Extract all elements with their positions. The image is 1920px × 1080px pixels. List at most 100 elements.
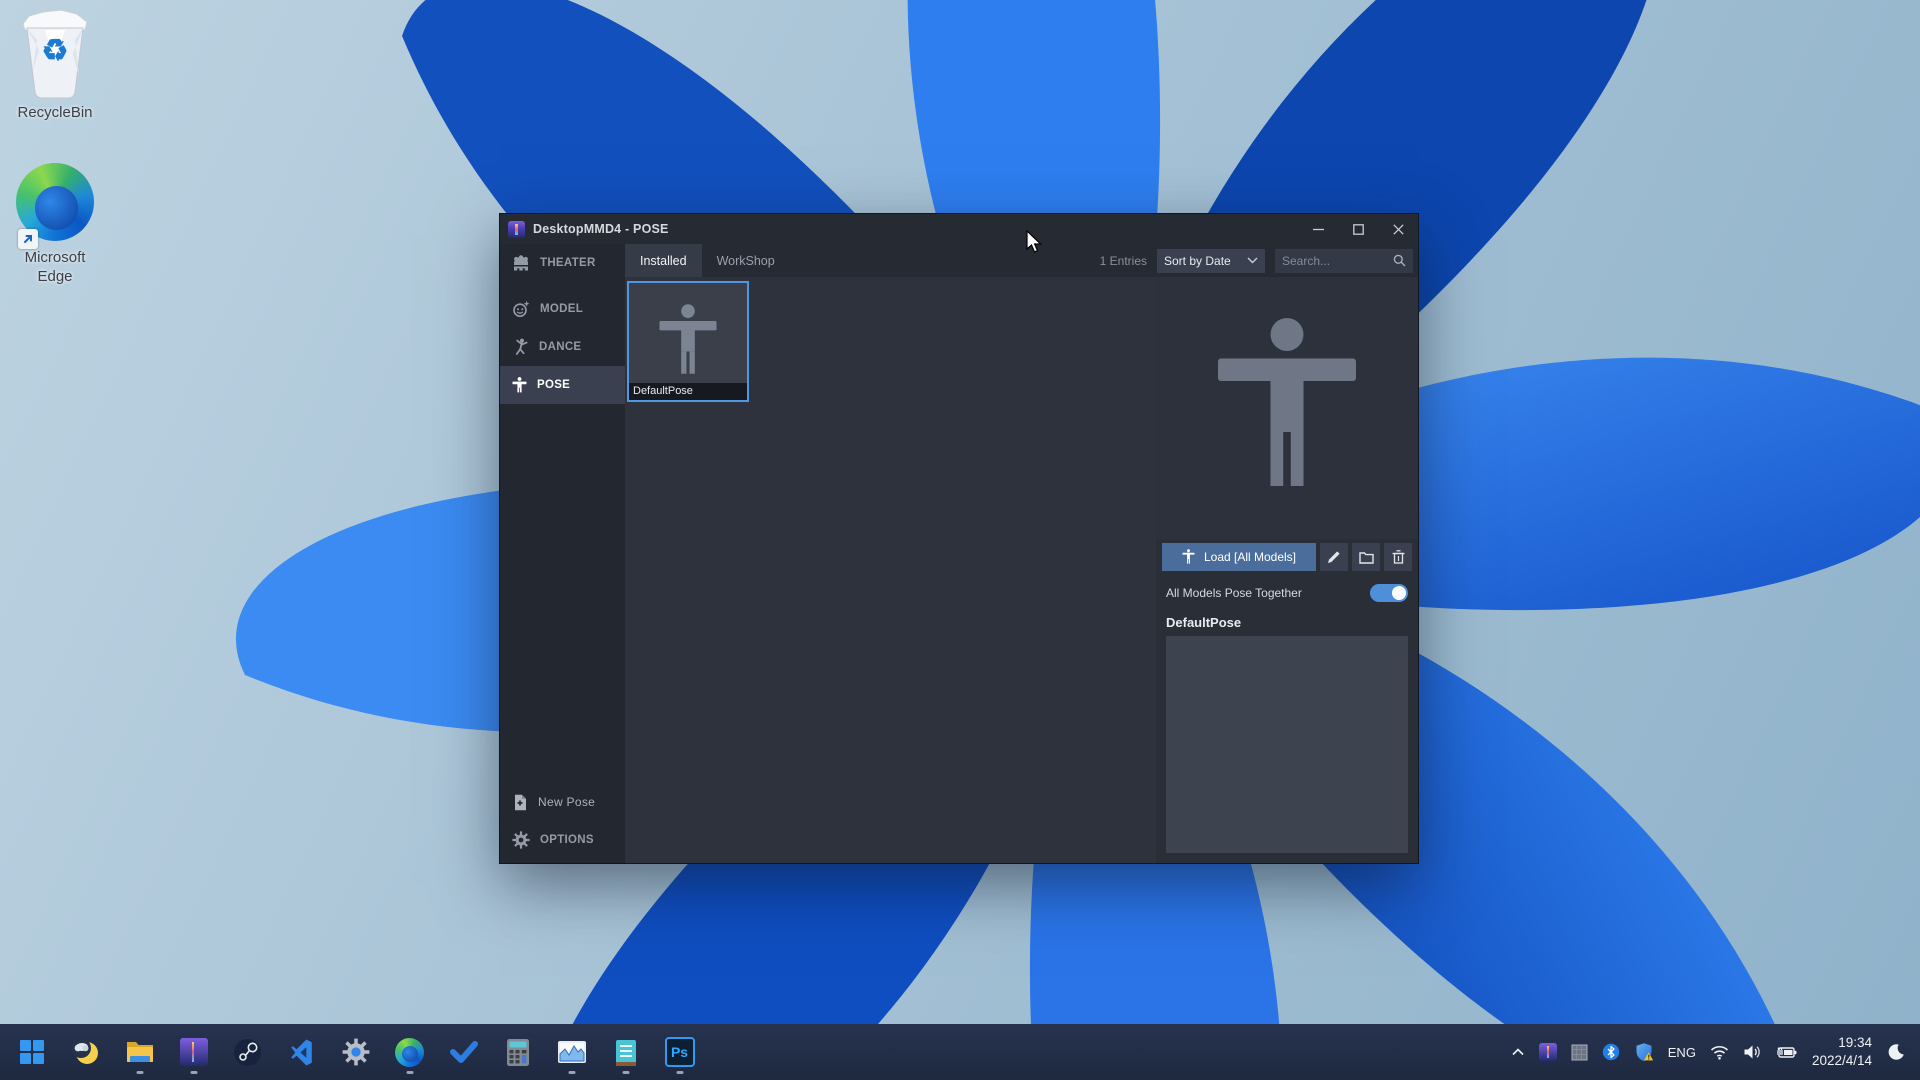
detail-panel: Load [All Models] All Models Pose Togeth… bbox=[1156, 277, 1418, 863]
tile-label: DefaultPose bbox=[629, 383, 747, 400]
tray-focus-assist-button[interactable] bbox=[1882, 1032, 1910, 1072]
minimize-icon bbox=[1312, 228, 1324, 230]
check-icon bbox=[449, 1041, 478, 1063]
sort-dropdown[interactable]: Sort by Date bbox=[1157, 248, 1265, 273]
load-all-models-button[interactable]: Load [All Models] bbox=[1162, 543, 1316, 571]
sidebar-item-options[interactable]: OPTIONS bbox=[500, 821, 625, 859]
tab-label: WorkShop bbox=[716, 253, 775, 268]
shortcut-arrow-icon bbox=[18, 229, 38, 249]
grid-icon bbox=[1571, 1044, 1588, 1060]
photoshop-button[interactable]: Ps bbox=[659, 1027, 700, 1077]
titlebar[interactable]: DesktopMMD4 - POSE bbox=[500, 214, 1418, 244]
pose-grid: DefaultPose bbox=[625, 277, 1156, 863]
running-indicator bbox=[406, 1071, 413, 1074]
sidebar-item-theater[interactable]: THEATER bbox=[500, 244, 625, 282]
desktopmmd-tray-icon bbox=[1538, 1043, 1557, 1061]
notepad-icon bbox=[615, 1039, 636, 1066]
calculator-button[interactable] bbox=[497, 1027, 538, 1077]
language-label: ENG bbox=[1667, 1044, 1696, 1060]
tab-installed[interactable]: Installed bbox=[625, 244, 702, 277]
sidebar-item-model[interactable]: MODEL bbox=[500, 290, 625, 328]
sidebar-item-label: New Pose bbox=[538, 795, 596, 809]
recycle-bin-icon: ♻ bbox=[19, 10, 91, 100]
tray-battery-button[interactable] bbox=[1770, 1032, 1802, 1072]
sidebar-item-new-pose[interactable]: New Pose bbox=[500, 783, 625, 821]
recycle-bin-label: RecycleBin bbox=[17, 104, 93, 121]
clock-date: 2022/4/14 bbox=[1811, 1053, 1872, 1068]
running-indicator bbox=[136, 1071, 143, 1074]
pose-icon bbox=[512, 377, 527, 393]
load-button-label: Load [All Models] bbox=[1203, 550, 1297, 564]
all-models-toggle[interactable] bbox=[1370, 584, 1408, 602]
sidebar-item-label: MODEL bbox=[540, 303, 584, 315]
open-folder-button[interactable] bbox=[1352, 543, 1380, 571]
running-indicator bbox=[190, 1071, 197, 1074]
pose-tile-defaultpose[interactable]: DefaultPose bbox=[627, 281, 749, 402]
model-icon bbox=[513, 300, 530, 317]
sidebar-item-dance[interactable]: DANCE bbox=[500, 328, 625, 366]
todo-check-button[interactable] bbox=[443, 1027, 484, 1077]
tab-workshop[interactable]: WorkShop bbox=[702, 244, 790, 277]
maximize-button[interactable] bbox=[1338, 214, 1378, 244]
dance-icon bbox=[515, 338, 528, 355]
vscode-button[interactable] bbox=[281, 1027, 322, 1077]
running-indicator bbox=[568, 1071, 575, 1074]
performance-monitor-button[interactable] bbox=[551, 1027, 592, 1077]
bluetooth-icon bbox=[1602, 1043, 1619, 1061]
minimize-button[interactable] bbox=[1298, 214, 1338, 244]
tray-volume-button[interactable] bbox=[1738, 1032, 1766, 1072]
tray-clock[interactable]: 19:34 2022/4/14 bbox=[1806, 1034, 1878, 1069]
sidebar-item-label: DANCE bbox=[539, 341, 582, 353]
desktop-icon-recycle-bin[interactable]: ♻ RecycleBin bbox=[9, 10, 101, 123]
tpose-figure-icon bbox=[1218, 318, 1356, 486]
options-icon bbox=[512, 831, 530, 849]
speaker-icon bbox=[1744, 1045, 1760, 1059]
settings-button[interactable] bbox=[335, 1027, 376, 1077]
search-icon bbox=[1393, 254, 1406, 267]
search-input[interactable] bbox=[1282, 253, 1393, 268]
search-box bbox=[1275, 248, 1413, 273]
tray-desktopmmd-button[interactable] bbox=[1534, 1032, 1562, 1072]
notepad-button[interactable] bbox=[605, 1027, 646, 1077]
recycle-symbol: ♻ bbox=[41, 34, 69, 68]
tray-language-button[interactable]: ENG bbox=[1663, 1032, 1701, 1072]
taskbar: Ps ENG 19:34 2022/4/14 bbox=[0, 1024, 1920, 1080]
folder-icon bbox=[1358, 551, 1374, 564]
running-indicator bbox=[622, 1071, 629, 1074]
pose-detail-box bbox=[1166, 636, 1408, 853]
new-pose-icon bbox=[515, 794, 526, 810]
close-button[interactable] bbox=[1378, 214, 1418, 244]
desktopmmd-taskbar-button[interactable] bbox=[173, 1027, 214, 1077]
start-button[interactable] bbox=[11, 1027, 52, 1077]
tpose-figure-icon bbox=[1182, 549, 1195, 564]
widgets-weather-button[interactable] bbox=[65, 1027, 106, 1077]
tray-security-button[interactable] bbox=[1629, 1032, 1659, 1072]
weather-moon-icon bbox=[70, 1038, 98, 1064]
wifi-icon bbox=[1710, 1045, 1728, 1060]
toggle-label: All Models Pose Together bbox=[1166, 586, 1302, 600]
shield-icon bbox=[1636, 1043, 1653, 1062]
gear-icon bbox=[342, 1038, 369, 1066]
header-bar: Installed WorkShop 1 Entries Sort by Dat… bbox=[625, 244, 1418, 277]
sidebar-item-pose[interactable]: POSE bbox=[500, 366, 625, 404]
toggle-knob bbox=[1392, 586, 1406, 600]
tray-wifi-button[interactable] bbox=[1705, 1032, 1734, 1072]
tray-bluetooth-button[interactable] bbox=[1597, 1032, 1625, 1072]
close-icon bbox=[1392, 223, 1404, 235]
edit-pose-button[interactable] bbox=[1320, 543, 1348, 571]
delete-pose-button[interactable] bbox=[1384, 543, 1412, 571]
steam-button[interactable] bbox=[227, 1027, 268, 1077]
monitor-graph-icon bbox=[557, 1041, 586, 1063]
mouse-cursor bbox=[1026, 230, 1042, 253]
steam-icon bbox=[234, 1038, 261, 1066]
file-explorer-button[interactable] bbox=[119, 1027, 160, 1077]
tab-label: Installed bbox=[640, 253, 687, 268]
tray-grid-button[interactable] bbox=[1566, 1032, 1593, 1072]
edge-taskbar-button[interactable] bbox=[389, 1027, 430, 1077]
desktop-icon-edge[interactable]: Microsoft Edge bbox=[9, 163, 101, 287]
entries-count: 1 Entries bbox=[1099, 253, 1147, 268]
tray-chevron-button[interactable] bbox=[1506, 1032, 1530, 1072]
tpose-figure-icon bbox=[659, 304, 717, 374]
desktopmmd-icon bbox=[179, 1038, 208, 1066]
window-title: DesktopMMD4 - POSE bbox=[533, 222, 669, 236]
